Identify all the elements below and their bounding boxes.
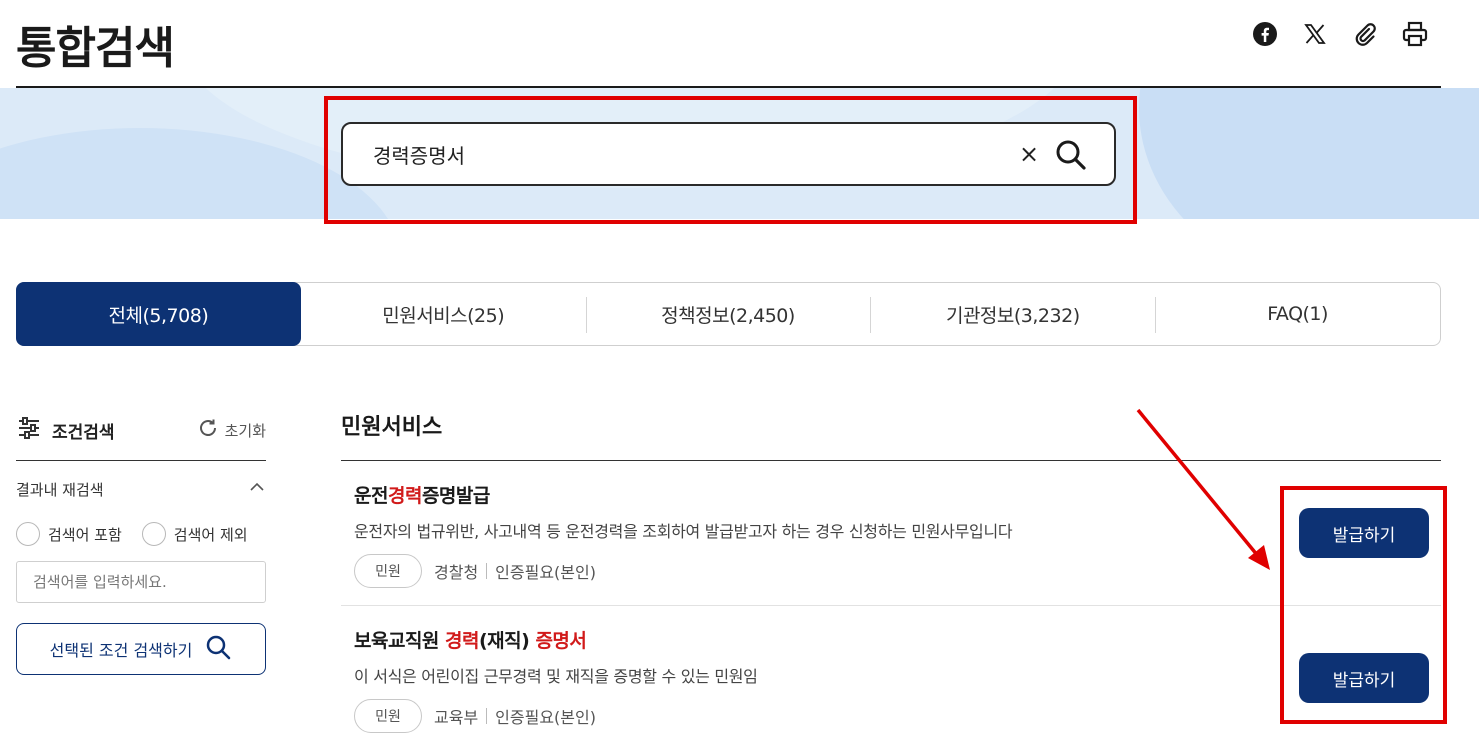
tab-faq[interactable]: FAQ(1) [1155, 283, 1440, 345]
tab-agency-info[interactable]: 기관정보(3,232) [870, 283, 1155, 345]
results-panel: 민원서비스 운전경력증명발급 운전자의 법규위반, 사고내역 등 운전경력을 조… [341, 410, 1441, 742]
result-item: 보육교직원 경력(재직) 증명서 이 서식은 어린이집 근무경력 및 재직을 증… [341, 606, 1441, 742]
reset-button[interactable]: 초기화 [197, 417, 266, 443]
facebook-icon[interactable] [1251, 20, 1279, 48]
search-highlight-box [324, 96, 1137, 224]
tab-all[interactable]: 전체(5,708) [16, 282, 301, 346]
x-icon[interactable] [1301, 20, 1329, 48]
category-tabs: 전체(5,708) 민원서비스(25) 정책정보(2,450) 기관정보(3,2… [16, 282, 1441, 346]
radio-circle [16, 522, 40, 546]
result-description: 운전자의 법규위반, 사고내역 등 운전경력을 조회하여 발급받고자 하는 경우… [354, 522, 1013, 541]
exclude-label: 검색어 제외 [173, 525, 248, 544]
include-radio[interactable]: 검색어 포함 [16, 522, 122, 546]
chevron-up-icon [248, 478, 266, 500]
refresh-icon [197, 417, 219, 443]
tab-policy-info[interactable]: 정책정보(2,450) [585, 283, 871, 345]
refine-label: 결과내 재검색 [16, 480, 104, 499]
result-description: 이 서식은 어린이집 근무경력 및 재직을 증명할 수 있는 민원임 [354, 667, 758, 686]
search-icon [204, 633, 232, 665]
agency-label: 경찰청 [434, 563, 479, 582]
share-bar [1251, 20, 1429, 48]
filter-title: 조건검색 [52, 422, 115, 443]
button-highlight-box [1280, 486, 1447, 724]
result-title[interactable]: 보육교직원 경력(재직) 증명서 [354, 626, 1441, 653]
refine-toggle[interactable]: 결과내 재검색 [16, 461, 266, 517]
refine-keyword-input[interactable] [16, 561, 266, 603]
page-title: 통합검색 [16, 23, 175, 74]
filter-sidebar: 조건검색 초기화 결과내 재검색 검색어 포함 검색어 제외 선택된 조건 검색… [16, 410, 266, 675]
sliders-icon [16, 415, 42, 446]
agency-label: 교육부 [434, 708, 479, 727]
category-chip: 민원 [354, 699, 422, 733]
section-title: 민원서비스 [341, 415, 443, 440]
reset-label: 초기화 [224, 421, 266, 440]
exclude-radio[interactable]: 검색어 제외 [141, 522, 248, 546]
link-icon[interactable] [1351, 20, 1379, 48]
category-chip: 민원 [354, 554, 422, 588]
print-icon[interactable] [1401, 20, 1429, 48]
auth-label: 인증필요(본인) [495, 708, 596, 727]
include-label: 검색어 포함 [48, 525, 122, 544]
auth-label: 인증필요(본인) [495, 563, 596, 582]
apply-filter-button[interactable]: 선택된 조건 검색하기 [16, 623, 266, 675]
apply-filter-label: 선택된 조건 검색하기 [49, 641, 193, 660]
result-item: 운전경력증명발급 운전자의 법규위반, 사고내역 등 운전경력을 조회하여 발급… [341, 461, 1441, 606]
result-title[interactable]: 운전경력증명발급 [354, 481, 1441, 508]
radio-circle [141, 522, 166, 546]
tab-civil-services[interactable]: 민원서비스(25) [301, 283, 586, 345]
